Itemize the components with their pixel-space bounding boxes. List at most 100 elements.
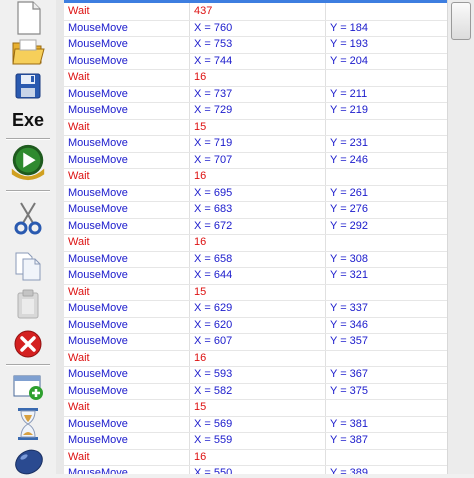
paste-clipboard-icon xyxy=(17,289,39,319)
param2-cell: Y = 204 xyxy=(330,54,369,67)
vertical-scrollbar[interactable] xyxy=(447,0,474,474)
param1-cell: X = 629 xyxy=(194,302,233,314)
script-command-list[interactable]: Wait 437 MouseMove X = 760 Y = 184 MouseMove X… xyxy=(64,0,448,474)
table-row[interactable]: MouseMove X = 582 Y = 375 xyxy=(64,383,448,400)
exe-label: Exe xyxy=(11,109,45,130)
command-cell: MouseMove xyxy=(68,384,128,397)
table-row[interactable]: Wait 16 xyxy=(64,350,448,367)
param1-cell: X = 683 xyxy=(194,203,233,215)
param1-cell: 15 xyxy=(194,285,207,298)
command-cell: MouseMove xyxy=(68,104,128,116)
table-row[interactable]: MouseMove X = 683 Y = 276 xyxy=(64,201,448,219)
exe-button[interactable]: Exe xyxy=(8,102,48,138)
command-cell: MouseMove xyxy=(68,252,128,265)
param2-cell: Y = 389 xyxy=(330,467,369,474)
delete-x-icon xyxy=(14,330,42,358)
command-cell: Wait xyxy=(68,401,90,413)
command-cell: MouseMove xyxy=(68,137,128,149)
mouse-icon xyxy=(15,449,43,475)
param1-cell: X = 729 xyxy=(194,104,233,116)
table-row[interactable]: MouseMove X = 737 Y = 211 xyxy=(64,86,448,103)
param2-cell: Y = 387 xyxy=(330,434,369,446)
copy-button[interactable] xyxy=(8,248,48,284)
command-cell: Wait xyxy=(68,351,90,364)
table-row[interactable]: Wait 16 xyxy=(64,69,448,87)
table-row[interactable]: MouseMove X = 658 Y = 308 xyxy=(64,251,448,268)
param2-cell: Y = 219 xyxy=(330,104,369,116)
play-button[interactable] xyxy=(8,140,48,184)
table-row[interactable]: Wait 15 xyxy=(64,284,448,301)
open-file-button[interactable] xyxy=(8,34,48,70)
table-row[interactable]: Wait 16 xyxy=(64,449,448,466)
copy-icon xyxy=(15,252,41,281)
folder-open-icon xyxy=(12,39,45,65)
command-cell: MouseMove xyxy=(68,368,128,380)
command-cell: MouseMove xyxy=(68,417,128,430)
table-row[interactable]: MouseMove X = 707 Y = 246 xyxy=(64,152,448,169)
list-left-border xyxy=(56,0,64,474)
param1-cell: X = 753 xyxy=(194,38,233,50)
param1-cell: 16 xyxy=(194,351,207,364)
table-row[interactable]: MouseMove X = 719 Y = 231 xyxy=(64,135,448,153)
table-row[interactable]: MouseMove X = 593 Y = 367 xyxy=(64,366,448,384)
toolbar-separator xyxy=(6,190,50,192)
command-cell: Wait xyxy=(68,120,90,133)
add-row-icon xyxy=(13,375,43,400)
table-row[interactable]: MouseMove X = 729 Y = 219 xyxy=(64,102,448,120)
param1-cell: X = 707 xyxy=(194,153,233,166)
param2-cell: Y = 357 xyxy=(330,335,369,347)
command-cell: MouseMove xyxy=(68,21,128,34)
table-row[interactable]: MouseMove X = 550 Y = 389 xyxy=(64,465,448,474)
command-cell: Wait xyxy=(68,236,90,248)
command-cell: MouseMove xyxy=(68,54,128,67)
hourglass-icon xyxy=(18,408,38,440)
save-button[interactable] xyxy=(8,68,48,104)
param1-cell: X = 550 xyxy=(194,467,233,474)
wait-button[interactable] xyxy=(8,406,48,442)
param2-cell xyxy=(330,3,446,19)
param1-cell: 16 xyxy=(194,450,207,463)
param2-cell xyxy=(330,350,446,366)
param1-cell: X = 559 xyxy=(194,434,233,446)
cut-button[interactable] xyxy=(8,200,48,236)
table-row[interactable]: MouseMove X = 559 Y = 387 xyxy=(64,432,448,450)
table-row[interactable]: MouseMove X = 644 Y = 321 xyxy=(64,267,448,285)
scrollbar-thumb[interactable] xyxy=(451,2,471,40)
save-disk-icon xyxy=(15,73,41,99)
param2-cell: Y = 246 xyxy=(330,153,369,166)
table-row[interactable]: Wait 15 xyxy=(64,399,448,417)
param2-cell: Y = 276 xyxy=(330,203,369,215)
param2-cell xyxy=(330,119,446,135)
table-row[interactable]: Wait 16 xyxy=(64,234,448,252)
command-cell: MouseMove xyxy=(68,219,128,232)
new-file-button[interactable] xyxy=(8,0,48,36)
delete-button[interactable] xyxy=(8,326,48,362)
command-cell: MouseMove xyxy=(68,467,128,474)
table-row[interactable]: MouseMove X = 744 Y = 204 xyxy=(64,53,448,70)
command-cell: Wait xyxy=(68,170,90,182)
scissors-icon xyxy=(14,202,42,235)
param1-cell: 16 xyxy=(194,170,207,182)
table-row[interactable]: Wait 437 xyxy=(64,3,448,21)
toolbar: Exe xyxy=(0,0,57,475)
table-row[interactable]: MouseMove X = 629 Y = 337 xyxy=(64,300,448,318)
param2-cell: Y = 321 xyxy=(330,269,369,281)
table-row[interactable]: MouseMove X = 569 Y = 381 xyxy=(64,416,448,433)
param1-cell: X = 695 xyxy=(194,186,233,199)
table-row[interactable]: MouseMove X = 753 Y = 193 xyxy=(64,36,448,54)
param2-cell: Y = 375 xyxy=(330,384,369,397)
add-row-button[interactable] xyxy=(8,368,48,404)
param2-cell xyxy=(330,234,446,250)
play-icon xyxy=(11,144,45,181)
table-row[interactable]: MouseMove X = 620 Y = 346 xyxy=(64,317,448,334)
table-row[interactable]: MouseMove X = 607 Y = 357 xyxy=(64,333,448,351)
command-cell: MouseMove xyxy=(68,38,128,50)
command-cell: MouseMove xyxy=(68,87,128,100)
paste-button[interactable] xyxy=(8,286,48,322)
table-row[interactable]: Wait 16 xyxy=(64,168,448,186)
table-row[interactable]: MouseMove X = 760 Y = 184 xyxy=(64,20,448,37)
table-row[interactable]: MouseMove X = 695 Y = 261 xyxy=(64,185,448,202)
mouse-button[interactable] xyxy=(8,442,48,478)
table-row[interactable]: MouseMove X = 672 Y = 292 xyxy=(64,218,448,235)
table-row[interactable]: Wait 15 xyxy=(64,119,448,136)
